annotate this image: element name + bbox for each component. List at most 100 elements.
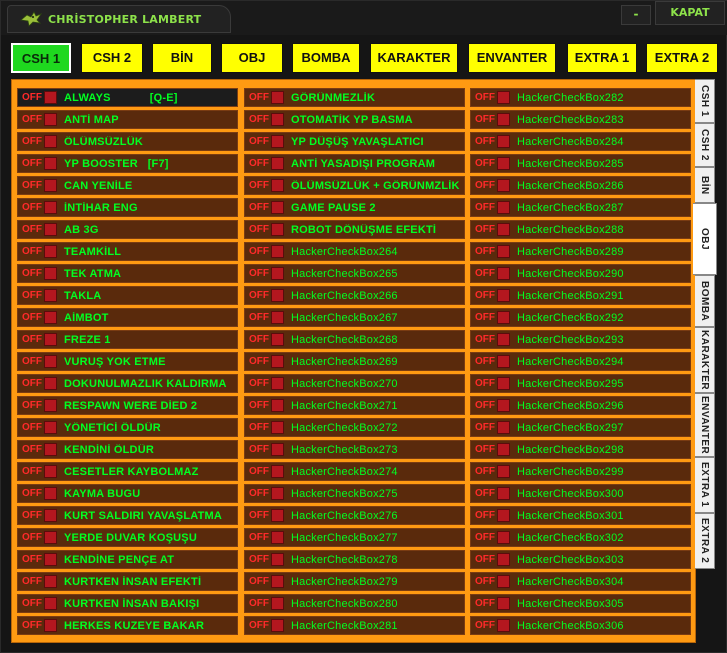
- checkbox-indicator[interactable]: [271, 619, 284, 632]
- checkbox-indicator[interactable]: [44, 311, 57, 324]
- checkbox-indicator[interactable]: [497, 311, 510, 324]
- option-toggle-can-yeni-le[interactable]: OFF CAN YENİLE: [17, 176, 238, 195]
- checkbox-indicator[interactable]: [44, 531, 57, 544]
- option-toggle-hackercheckbox278[interactable]: OFF HackerCheckBox278: [244, 550, 465, 569]
- option-toggle-l-ms-zl-k[interactable]: OFF ÖLÜMSÜZLÜK: [17, 132, 238, 151]
- option-toggle-freze-1[interactable]: OFF FREZE 1: [17, 330, 238, 349]
- checkbox-indicator[interactable]: [271, 597, 284, 610]
- checkbox-indicator[interactable]: [271, 245, 284, 258]
- side-tab-csh-1[interactable]: CSH 1: [695, 79, 715, 123]
- minimize-button[interactable]: -: [621, 5, 651, 25]
- option-toggle-hackercheckbox265[interactable]: OFF HackerCheckBox265: [244, 264, 465, 283]
- tab-extra-1[interactable]: EXTRA 1: [567, 43, 637, 73]
- checkbox-indicator[interactable]: [271, 509, 284, 522]
- option-toggle-kendi-ni-ld-r[interactable]: OFF KENDİNİ ÖLDÜR: [17, 440, 238, 459]
- option-toggle-hackercheckbox300[interactable]: OFF HackerCheckBox300: [470, 484, 691, 503]
- option-toggle-hackercheckbox293[interactable]: OFF HackerCheckBox293: [470, 330, 691, 349]
- tab-karakter[interactable]: KARAKTER: [370, 43, 458, 73]
- tab-extra-2[interactable]: EXTRA 2: [646, 43, 718, 73]
- option-toggle-hackercheckbox274[interactable]: OFF HackerCheckBox274: [244, 462, 465, 481]
- option-toggle-hackercheckbox270[interactable]: OFF HackerCheckBox270: [244, 374, 465, 393]
- checkbox-indicator[interactable]: [271, 267, 284, 280]
- option-toggle-hackercheckbox287[interactable]: OFF HackerCheckBox287: [470, 198, 691, 217]
- checkbox-indicator[interactable]: [271, 223, 284, 236]
- checkbox-indicator[interactable]: [497, 91, 510, 104]
- option-toggle-hackercheckbox268[interactable]: OFF HackerCheckBox268: [244, 330, 465, 349]
- option-toggle-hackercheckbox279[interactable]: OFF HackerCheckBox279: [244, 572, 465, 591]
- option-toggle-hackercheckbox282[interactable]: OFF HackerCheckBox282: [470, 88, 691, 107]
- option-toggle-game-pause-2[interactable]: OFF GAME PAUSE 2: [244, 198, 465, 217]
- checkbox-indicator[interactable]: [44, 245, 57, 258]
- checkbox-indicator[interactable]: [271, 179, 284, 192]
- checkbox-indicator[interactable]: [497, 135, 510, 148]
- checkbox-indicator[interactable]: [44, 267, 57, 280]
- option-toggle-kendi-ne-pen-e-at[interactable]: OFF KENDİNE PENÇE AT: [17, 550, 238, 569]
- side-tab-karakter[interactable]: KARAKTER: [695, 327, 715, 393]
- option-toggle-hackercheckbox280[interactable]: OFF HackerCheckBox280: [244, 594, 465, 613]
- checkbox-indicator[interactable]: [271, 443, 284, 456]
- checkbox-indicator[interactable]: [44, 487, 57, 500]
- checkbox-indicator[interactable]: [44, 289, 57, 302]
- option-toggle-tek-atma[interactable]: OFF TEK ATMA: [17, 264, 238, 283]
- option-toggle-yp-d-yava-latici[interactable]: OFF YP DÜŞÜŞ YAVAŞLATICI: [244, 132, 465, 151]
- checkbox-indicator[interactable]: [44, 157, 57, 170]
- checkbox-indicator[interactable]: [497, 223, 510, 236]
- checkbox-indicator[interactable]: [44, 509, 57, 522]
- option-toggle-hackercheckbox281[interactable]: OFF HackerCheckBox281: [244, 616, 465, 635]
- tab-csh-1[interactable]: CSH 1: [11, 43, 71, 73]
- checkbox-indicator[interactable]: [497, 201, 510, 214]
- checkbox-indicator[interactable]: [497, 113, 510, 126]
- checkbox-indicator[interactable]: [44, 135, 57, 148]
- option-toggle-hackercheckbox295[interactable]: OFF HackerCheckBox295: [470, 374, 691, 393]
- checkbox-indicator[interactable]: [44, 91, 57, 104]
- option-toggle-hackercheckbox288[interactable]: OFF HackerCheckBox288: [470, 220, 691, 239]
- tab-obj[interactable]: OBJ: [221, 43, 283, 73]
- checkbox-indicator[interactable]: [271, 553, 284, 566]
- option-toggle-hackercheckbox304[interactable]: OFF HackerCheckBox304: [470, 572, 691, 591]
- option-toggle-cesetler-kaybolmaz[interactable]: OFF CESETLER KAYBOLMAZ: [17, 462, 238, 481]
- checkbox-indicator[interactable]: [497, 179, 510, 192]
- checkbox-indicator[interactable]: [497, 553, 510, 566]
- checkbox-indicator[interactable]: [497, 619, 510, 632]
- checkbox-indicator[interactable]: [271, 465, 284, 478]
- checkbox-indicator[interactable]: [497, 289, 510, 302]
- option-toggle-y-neti-ci-ld-r[interactable]: OFF YÖNETİCİ ÖLDÜR: [17, 418, 238, 437]
- checkbox-indicator[interactable]: [44, 399, 57, 412]
- option-toggle-teamki-ll[interactable]: OFF TEAMKİLL: [17, 242, 238, 261]
- option-toggle-vuru-yok-etme[interactable]: OFF VURUŞ YOK ETME: [17, 352, 238, 371]
- checkbox-indicator[interactable]: [44, 443, 57, 456]
- option-toggle-ai-mbot[interactable]: OFF AİMBOT: [17, 308, 238, 327]
- checkbox-indicator[interactable]: [271, 289, 284, 302]
- option-toggle-dokunulmazlik-kaldirma[interactable]: OFF DOKUNULMAZLIK KALDIRMA: [17, 374, 238, 393]
- checkbox-indicator[interactable]: [44, 223, 57, 236]
- option-toggle-otomati-k-yp-basma[interactable]: OFF OTOMATİK YP BASMA: [244, 110, 465, 129]
- option-toggle-l-ms-zl-k-g-r-nmzli-k[interactable]: OFF ÖLÜMSÜZLÜK + GÖRÜNMZLİK: [244, 176, 465, 195]
- option-toggle-hackercheckbox271[interactable]: OFF HackerCheckBox271: [244, 396, 465, 415]
- checkbox-indicator[interactable]: [497, 597, 510, 610]
- checkbox-indicator[interactable]: [497, 333, 510, 346]
- tab-envanter[interactable]: ENVANTER: [468, 43, 556, 73]
- checkbox-indicator[interactable]: [271, 575, 284, 588]
- checkbox-indicator[interactable]: [271, 377, 284, 390]
- side-tab-bomba[interactable]: BOMBA: [695, 275, 715, 327]
- option-toggle-respawn-were-di-ed-2[interactable]: OFF RESPAWN WERE DİED 2: [17, 396, 238, 415]
- option-toggle-ab-3g[interactable]: OFF AB 3G: [17, 220, 238, 239]
- option-toggle-hackercheckbox284[interactable]: OFF HackerCheckBox284: [470, 132, 691, 151]
- checkbox-indicator[interactable]: [271, 157, 284, 170]
- checkbox-indicator[interactable]: [271, 487, 284, 500]
- option-toggle-hackercheckbox275[interactable]: OFF HackerCheckBox275: [244, 484, 465, 503]
- option-toggle-hackercheckbox306[interactable]: OFF HackerCheckBox306: [470, 616, 691, 635]
- checkbox-indicator[interactable]: [271, 113, 284, 126]
- side-tab-envanter[interactable]: ENVANTER: [695, 393, 715, 457]
- option-toggle-anti-yasadi-i-program[interactable]: OFF ANTİ YASADIŞI PROGRAM: [244, 154, 465, 173]
- option-toggle-hackercheckbox289[interactable]: OFF HackerCheckBox289: [470, 242, 691, 261]
- option-toggle-takla[interactable]: OFF TAKLA: [17, 286, 238, 305]
- option-toggle-hackercheckbox290[interactable]: OFF HackerCheckBox290: [470, 264, 691, 283]
- option-toggle-hackercheckbox285[interactable]: OFF HackerCheckBox285: [470, 154, 691, 173]
- tab-bomba[interactable]: BOMBA: [292, 43, 360, 73]
- checkbox-indicator[interactable]: [44, 113, 57, 126]
- option-toggle-yerde-duvar-ko-u-u[interactable]: OFF YERDE DUVAR KOŞUŞU: [17, 528, 238, 547]
- close-button[interactable]: KAPAT: [655, 1, 725, 25]
- option-toggle-kurtken-i-nsan-baki-i[interactable]: OFF KURTKEN İNSAN BAKIŞI: [17, 594, 238, 613]
- side-tab-obj[interactable]: OBJ: [693, 203, 717, 275]
